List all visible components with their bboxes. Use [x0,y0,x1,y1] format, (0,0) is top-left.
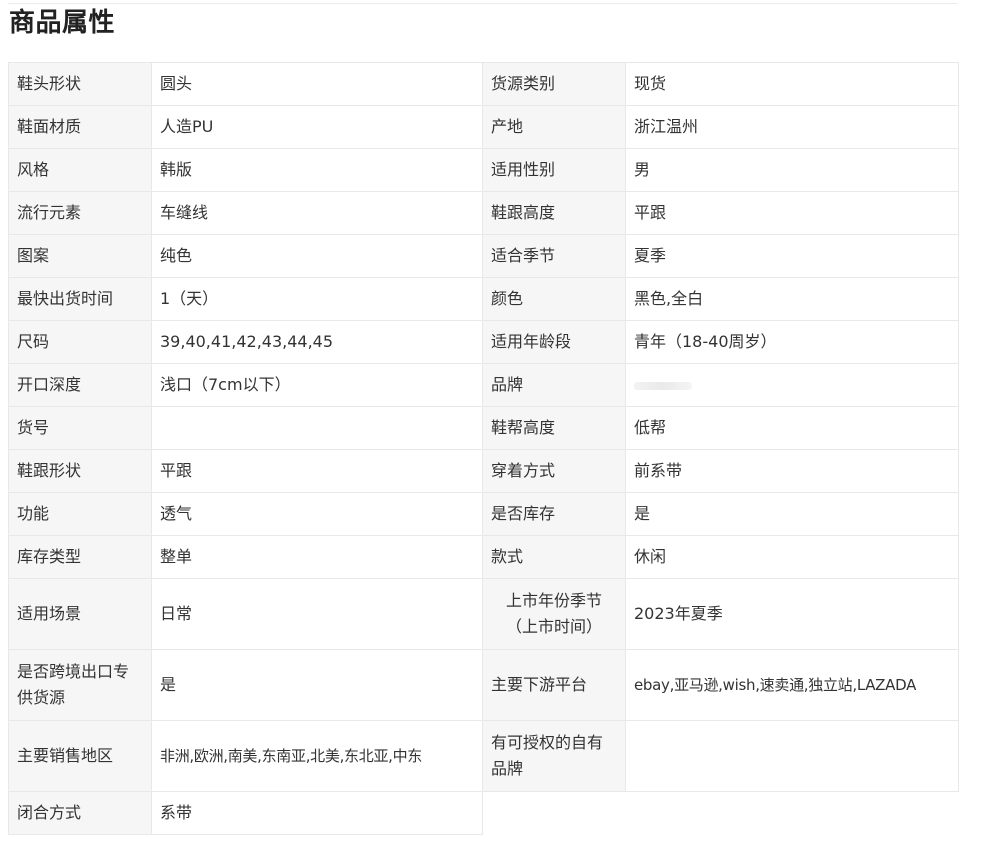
table-row: 是否跨境出口专供货源 是 主要下游平台 ebay,亚马逊,wish,速卖通,独立… [8,649,959,721]
table-row: 流行元素 车缝线 鞋跟高度 平跟 [8,191,959,235]
brand-value-redacted [625,363,959,407]
attr-key: 适用年龄段 [482,320,626,364]
attr-key: 流行元素 [8,191,152,235]
attr-key: 风格 [8,148,152,192]
attr-key: 是否库存 [482,492,626,536]
attr-value: 现货 [625,62,959,106]
attr-key: 产地 [482,105,626,149]
table-row: 图案 纯色 适合季节 夏季 [8,234,959,278]
attr-value: 2023年夏季 [625,578,959,650]
attr-value: 是 [151,649,483,721]
attr-key: 主要销售地区 [8,720,152,792]
attr-key: 颜色 [482,277,626,321]
table-row: 库存类型 整单 款式 休闲 [8,535,959,579]
attr-value: 非洲,欧洲,南美,东南亚,北美,东北亚,中东 [151,720,483,792]
attr-key: 主要下游平台 [482,649,626,721]
attr-key: 鞋跟形状 [8,449,152,493]
attr-key: 适用性别 [482,148,626,192]
attr-value: 浙江温州 [625,105,959,149]
attr-value: 前系带 [625,449,959,493]
attr-value: 平跟 [151,449,483,493]
attr-key: 是否跨境出口专供货源 [8,649,152,721]
attr-value: 青年（18-40周岁） [625,320,959,364]
attr-value: 透气 [151,492,483,536]
redacted-mark [634,381,692,390]
attr-value: 男 [625,148,959,192]
attr-key: 库存类型 [8,535,152,579]
attribute-table: 鞋头形状 圆头 货源类别 现货 鞋面材质 人造PU 产地 浙江温州 风格 韩版 … [8,62,959,835]
attr-key: 上市年份季节（上市时间） [482,578,626,650]
attr-value: 圆头 [151,62,483,106]
table-row: 风格 韩版 适用性别 男 [8,148,959,192]
empty-cell [625,791,959,835]
top-divider [8,3,958,4]
attr-key: 功能 [8,492,152,536]
attr-value: 韩版 [151,148,483,192]
attr-value: 人造PU [151,105,483,149]
attr-value [625,720,959,792]
attr-key: 闭合方式 [8,791,152,835]
attr-value: 车缝线 [151,191,483,235]
attr-value: 夏季 [625,234,959,278]
attr-value: 39,40,41,42,43,44,45 [151,320,483,364]
attr-value: 浅口（7cm以下） [151,363,483,407]
attr-value: 黑色,全白 [625,277,959,321]
section-title: 商品属性 [9,8,116,38]
empty-cell [482,791,626,835]
attr-value: 整单 [151,535,483,579]
attr-key: 开口深度 [8,363,152,407]
table-row: 鞋头形状 圆头 货源类别 现货 [8,62,959,106]
table-row: 适用场景 日常 上市年份季节（上市时间） 2023年夏季 [8,578,959,650]
attr-key: 鞋面材质 [8,105,152,149]
attr-value: 低帮 [625,406,959,450]
attr-value: 是 [625,492,959,536]
attr-key: 品牌 [482,363,626,407]
attr-key: 适合季节 [482,234,626,278]
table-row: 开口深度 浅口（7cm以下） 品牌 [8,363,959,407]
attr-key: 货源类别 [482,62,626,106]
attr-value [151,406,483,450]
attr-key: 货号 [8,406,152,450]
table-row: 主要销售地区 非洲,欧洲,南美,东南亚,北美,东北亚,中东 有可授权的自有品牌 [8,720,959,792]
attr-value: 休闲 [625,535,959,579]
attr-key: 适用场景 [8,578,152,650]
attr-value: 纯色 [151,234,483,278]
attr-key: 鞋跟高度 [482,191,626,235]
table-row: 鞋面材质 人造PU 产地 浙江温州 [8,105,959,149]
attr-value: 系带 [151,791,483,835]
attr-key: 最快出货时间 [8,277,152,321]
attr-key: 款式 [482,535,626,579]
attr-key: 图案 [8,234,152,278]
table-row: 功能 透气 是否库存 是 [8,492,959,536]
attr-key: 穿着方式 [482,449,626,493]
attr-value: 日常 [151,578,483,650]
attr-value: ebay,亚马逊,wish,速卖通,独立站,LAZADA [625,649,959,721]
attr-key: 鞋帮高度 [482,406,626,450]
table-row: 货号 鞋帮高度 低帮 [8,406,959,450]
attr-value: 1（天） [151,277,483,321]
attr-key: 鞋头形状 [8,62,152,106]
attr-key: 尺码 [8,320,152,364]
table-row: 最快出货时间 1（天） 颜色 黑色,全白 [8,277,959,321]
table-row: 尺码 39,40,41,42,43,44,45 适用年龄段 青年（18-40周岁… [8,320,959,364]
table-row: 鞋跟形状 平跟 穿着方式 前系带 [8,449,959,493]
attr-value: 平跟 [625,191,959,235]
attr-key: 有可授权的自有品牌 [482,720,626,792]
table-row: 闭合方式 系带 [8,791,959,835]
